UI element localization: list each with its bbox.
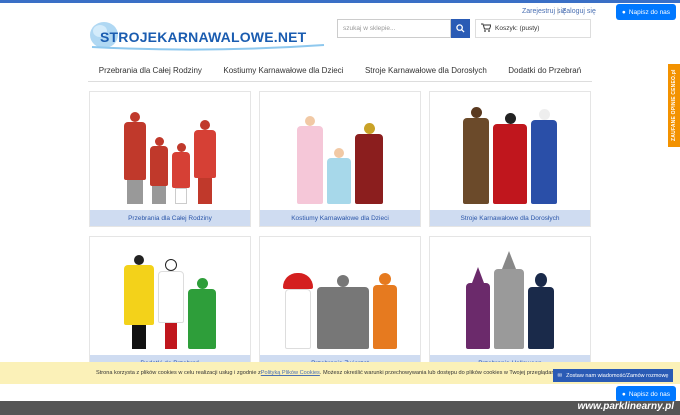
chat-label: Napisz do nas (628, 390, 671, 398)
category-card-6[interactable]: Przebrania Halloween (429, 236, 591, 372)
messenger-icon: ● (621, 390, 626, 398)
category-card-4[interactable]: Dodatki do Przebrań (89, 236, 251, 372)
category-image-4 (90, 237, 250, 355)
search-icon (456, 24, 465, 33)
nav-item-accessories[interactable]: Dodatki do Przebrań (508, 66, 581, 75)
category-card-5[interactable]: Przebrania Zwierząt (259, 236, 421, 372)
logo-text[interactable]: STROJEKARNAWALOWE.NET (100, 29, 306, 45)
chat-label: Napisz do nas (628, 8, 671, 16)
category-card-adults[interactable]: Stroje Karnawałowe dla Dorosłych (429, 91, 591, 227)
messenger-icon: ● (621, 8, 626, 16)
search-button[interactable] (451, 19, 470, 38)
search-input[interactable]: szukaj w sklepie... (337, 19, 451, 38)
ceneo-tab-label: ZAUFANE OPINIE CENEO.pl (671, 69, 677, 142)
search-placeholder: szukaj w sklepie... (343, 25, 396, 32)
category-card-family[interactable]: Przebrania dla Całej Rodziny (89, 91, 251, 227)
nav-item-adults[interactable]: Stroje Karnawałowe dla Dorosłych (365, 66, 487, 75)
messenger-chat-button-bottom[interactable]: ● Napisz do nas (616, 386, 676, 402)
leave-message-button[interactable]: ✉ Zostaw nam wiadomość/Zamów rozmowę (553, 369, 673, 382)
category-card-kids[interactable]: Kostiumy Karnawałowe dla Dzieci (259, 91, 421, 227)
category-caption[interactable]: Przebrania dla Całej Rodziny (90, 210, 250, 226)
category-image-kids (260, 92, 420, 210)
category-image-5 (260, 237, 420, 355)
category-image-6 (430, 237, 590, 355)
cart-icon (481, 23, 492, 34)
nav-item-kids[interactable]: Kostiumy Karnawałowe dla Dzieci (223, 66, 343, 75)
cart-box[interactable]: Koszyk: (pusty) (475, 19, 591, 38)
category-caption[interactable]: Stroje Karnawałowe dla Dorosłych (430, 210, 590, 226)
register-link[interactable]: Zarejestruj się (522, 8, 566, 15)
cookie-text-a: Strona korzysta z plików cookies w celu … (96, 370, 261, 376)
ceneo-reviews-tab[interactable]: ZAUFANE OPINIE CENEO.pl (668, 64, 680, 147)
category-image-adults (430, 92, 590, 210)
mail-icon: ✉ (557, 372, 563, 379)
category-caption[interactable]: Kostiumy Karnawałowe dla Dzieci (260, 210, 420, 226)
watermark: www.parklinearny.pl (577, 401, 674, 412)
login-link[interactable]: Zaloguj się (562, 8, 596, 15)
cookie-policy-link[interactable]: Polityką Plików Cookies (261, 370, 320, 376)
top-accent-bar (0, 0, 680, 3)
messenger-chat-button-top[interactable]: ● Napisz do nas (616, 4, 676, 20)
nav-item-family[interactable]: Przebrania dla Całej Rodziny (99, 66, 202, 75)
category-image-family (90, 92, 250, 210)
leave-message-label: Zostaw nam wiadomość/Zamów rozmowę (566, 372, 669, 379)
main-nav: Przebrania dla Całej Rodziny Kostiumy Ka… (88, 60, 592, 82)
cart-label: Koszyk: (pusty) (495, 25, 540, 32)
cookie-text-b: . Możesz określić warunki przechowywania… (319, 370, 561, 376)
